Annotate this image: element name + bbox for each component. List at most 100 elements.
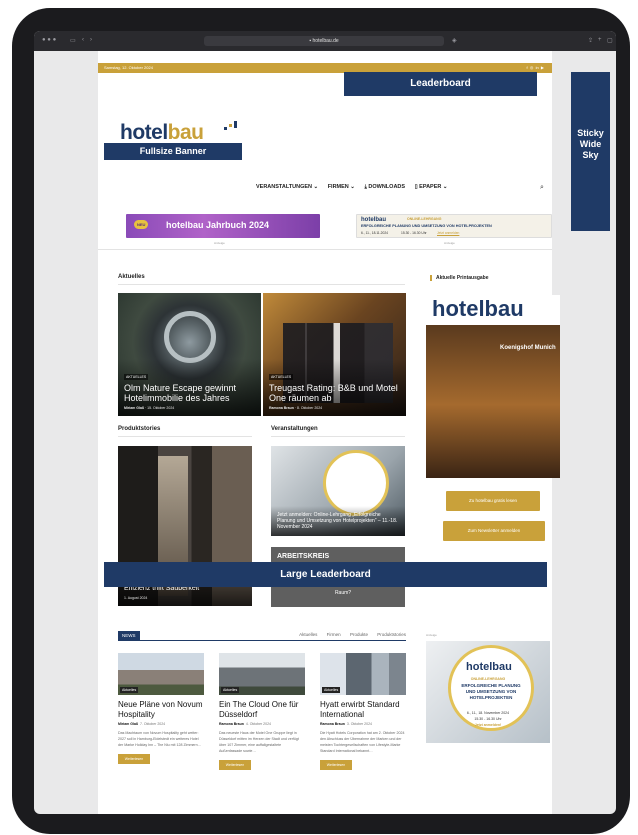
card-meta: Miriam Glaß · 15. Oktober 2024 (124, 406, 175, 410)
address-bar-url: hotelbau.de (312, 38, 339, 44)
youtube-icon[interactable]: ▶ (541, 65, 544, 70)
card-tag: AKTUELLES (124, 374, 149, 380)
card-tag: AKTUELLES (269, 374, 294, 380)
address-bar[interactable]: ▪ hotelbau.de (204, 36, 444, 46)
sidebar-icon[interactable]: ▭ (70, 37, 76, 44)
tabs-overview-icon[interactable]: ▢ (607, 37, 613, 44)
instagram-icon[interactable]: ◎ (530, 65, 534, 70)
read-gratis-button[interactable]: Zu hotelbau gratis lesen (446, 491, 540, 511)
menu-item-epaper[interactable]: ▯ EPAPER ⌄ (415, 184, 448, 190)
side-ad-banner[interactable]: hotelbau ONLINE-LEHRGANG ERFOLGREICHE PL… (426, 641, 550, 743)
card-overlay: AKTUELLES Olm Nature Escape gewinnt Hote… (118, 359, 261, 416)
banner-line5: Jetzt anmelden (437, 231, 460, 235)
news-title[interactable]: Neue Pläne von Novum Hospitality (118, 700, 204, 719)
section-title-veranstaltungen: Veranstaltungen (271, 426, 318, 432)
newsletter-button[interactable]: Zum Newsletter anmelden (443, 521, 545, 541)
section-title-aktuelles: Aktuelles (118, 274, 145, 280)
news-thumbnail[interactable]: Aktuelles (219, 653, 305, 695)
news-excerpt: Das neueste Haus der Motel One Gruppe li… (219, 731, 299, 753)
forward-icon[interactable]: › (90, 37, 92, 43)
filter-aktuelles[interactable]: Aktuelles (299, 632, 317, 637)
search-icon[interactable]: ⌕ (540, 184, 544, 192)
section-title-produktstories: Produktstories (118, 426, 161, 432)
menu-item-veranstaltungen[interactable]: VERANSTALTUNGEN ⌄ (256, 184, 318, 190)
card-overlay: AKTUELLES Treugast Rating: B&B und Motel… (263, 359, 406, 416)
card-title[interactable]: Treugast Rating: B&B und Motel One räume… (269, 383, 400, 403)
news-meta: Ramona Braun 3. Oktober 2024 (320, 722, 372, 726)
news-item[interactable]: Aktuelles Hyatt erwirbt Standard Interna… (320, 653, 406, 770)
website-page: Samstag, 12. Oktober 2024 f ◎ in ▶ hotel… (98, 51, 560, 814)
fullsize-banner-label: Fullsize Banner (104, 143, 242, 160)
divider (271, 436, 405, 437)
online-lehrgang-banner[interactable]: hotelbau ONLINE-LEHRGANG ERFOLGREICHE PL… (356, 214, 552, 238)
banner-neu-badge: NEU (134, 220, 149, 229)
share-icon[interactable]: ⇪ (588, 37, 593, 44)
shield-icon[interactable]: ◈ (452, 37, 457, 44)
logo-hotel-text: hotel (120, 121, 168, 144)
tab-news[interactable]: NEWS (118, 631, 140, 641)
banner-jahrbuch-title: hotelbau Jahrbuch 2024 (166, 220, 270, 230)
back-icon[interactable]: ‹ (82, 37, 84, 43)
leaderboard-label: Leaderboard (344, 72, 537, 96)
side-ad-line1: ONLINE-LEHRGANG (470, 677, 506, 681)
news-meta: Miriam Glaß 7. Oktober 2024 (118, 722, 166, 726)
facebook-icon[interactable]: f (526, 65, 527, 70)
current-date: Samstag, 12. Oktober 2024 (104, 65, 153, 70)
card-meta: Ramona Braun · 8. Oktober 2024 (269, 406, 323, 410)
arbeitskreis-logo: ARBEITSKREIS (277, 553, 330, 560)
divider (98, 249, 552, 250)
news-filters: Aktuelles Firmen Produkte Produktstories (291, 632, 406, 637)
linkedin-icon[interactable]: in (536, 65, 539, 70)
new-tab-icon[interactable]: + (598, 37, 602, 43)
side-ad-line5: Jetzt anmelden! (474, 723, 502, 727)
side-ad-brand: hotelbau (466, 661, 512, 673)
browser-toolbar: ● ● ● ▭ ‹ › ▪ hotelbau.de ◈ ⇪ + ▢ (34, 31, 616, 51)
news-label: Aktuelles (120, 687, 139, 693)
site-logo[interactable]: hotelbau (120, 121, 237, 145)
banner-caption-2: Anzeige (444, 241, 455, 245)
news-excerpt: Die Hyatt Hotels Corporation hat am 2. O… (320, 731, 405, 753)
cover-brand: hotelbau (432, 296, 524, 321)
banner-line2: ERFOLGREICHE PLANUNG UND UMSETZUNG VON H… (361, 224, 492, 228)
print-cover[interactable]: hotelbau Koenigshof Munich (426, 295, 560, 478)
banner-line1: ONLINE-LEHRGANG (407, 217, 442, 221)
news-item[interactable]: Aktuelles Neue Pläne von Novum Hospitali… (118, 653, 204, 764)
side-ad-line4: 15.30 - 16.30 Uhr (474, 717, 502, 721)
banner-caption: Anzeige (214, 241, 225, 245)
filter-produktstories[interactable]: Produktstories (377, 632, 406, 637)
weiterlesen-button[interactable]: Weiterlesen (320, 760, 352, 770)
logo-mark-icon (224, 121, 242, 131)
news-title[interactable]: Hyatt erwirbt Standard International (320, 700, 406, 719)
news-thumbnail[interactable]: Aktuelles (118, 653, 204, 695)
large-leaderboard-label: Large Leaderboard (104, 562, 547, 587)
sticky-wide-sky-label: Sticky Wide Sky (571, 72, 610, 231)
filter-produkte[interactable]: Produkte (350, 632, 368, 637)
window-controls-icon[interactable]: ● ● ● (42, 37, 56, 43)
cover-title: Koenigshof Munich (500, 345, 556, 351)
news-label: Aktuelles (322, 687, 341, 693)
tablet-frame: ● ● ● ▭ ‹ › ▪ hotelbau.de ◈ ⇪ + ▢ Samsta… (12, 8, 630, 834)
divider (118, 284, 405, 285)
weiterlesen-button[interactable]: Weiterlesen (118, 754, 150, 764)
news-card-treugast[interactable]: AKTUELLES Treugast Rating: B&B und Motel… (263, 293, 406, 416)
menu-item-downloads[interactable]: ⤓ DOWNLOADS (364, 184, 405, 190)
jahrbuch-banner[interactable]: NEU hotelbau Jahrbuch 2024 (126, 214, 320, 238)
news-label: Aktuelles (221, 687, 240, 693)
news-title[interactable]: Ein The Cloud One für Düsseldorf (219, 700, 305, 719)
menu-item-firmen[interactable]: FIRMEN ⌄ (328, 184, 355, 190)
filter-firmen[interactable]: Firmen (327, 632, 341, 637)
event-card[interactable]: Jetzt anmelden: Online-Lehrgang „Erfolgr… (271, 446, 405, 536)
side-ad-caption: Anzeige (426, 633, 437, 637)
news-item[interactable]: Aktuelles Ein The Cloud One für Düsseldo… (219, 653, 305, 770)
news-meta: Ramona Braun 4. Oktober 2024 (219, 722, 271, 726)
weiterlesen-button[interactable]: Weiterlesen (219, 760, 251, 770)
divider (118, 436, 252, 437)
card-image (164, 311, 216, 363)
card-overlay: Jetzt anmelden: Online-Lehrgang „Erfolgr… (271, 506, 405, 536)
card-title[interactable]: Jetzt anmelden: Online-Lehrgang „Erfolgr… (277, 512, 399, 530)
news-thumbnail[interactable]: Aktuelles (320, 653, 406, 695)
news-card-olm[interactable]: AKTUELLES Olm Nature Escape gewinnt Hote… (118, 293, 261, 416)
card-title[interactable]: Olm Nature Escape gewinnt Hotelimmobilie… (124, 383, 255, 403)
banner-line3: 6., 11., 18.11.2024 (361, 231, 389, 235)
side-ad-line3: 6., 11., 18. November 2024 (466, 711, 510, 715)
